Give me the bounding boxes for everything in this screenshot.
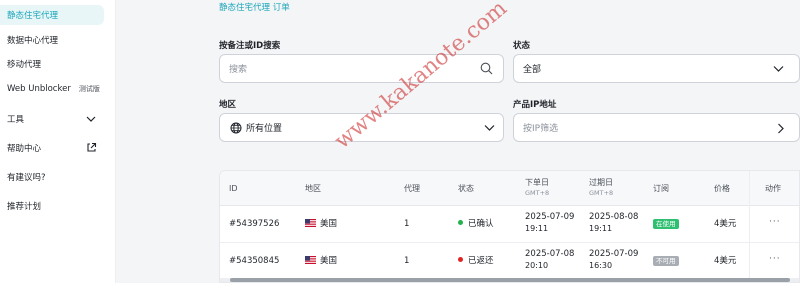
order-date: 2025-07-09 [525,212,575,222]
status-cell: 已确认 [458,219,494,230]
col-order-date[interactable]: 下单日 GMT+8 [525,177,549,199]
search-input[interactable]: 搜索 [219,54,504,83]
col-expire-date-tz: GMT+8 [589,189,614,197]
region-value: 所有位置 [246,124,283,134]
status-select[interactable]: 全部 [513,54,800,83]
sidebar-item-datacenter[interactable]: 数据中心代理 [0,30,58,50]
beta-badge: 测试版 [78,85,100,93]
table-row[interactable]: #54397526 美国 1 已确认 2025-07-09 19:11 2025… [220,206,799,243]
col-id[interactable]: ID [229,183,238,194]
region-select[interactable]: 所有位置 [219,113,504,142]
region-cell: 美国 [305,256,337,267]
status-text: 已返还 [468,256,494,266]
search-icon [480,62,493,75]
expire-date: 2025-08-08 [589,212,639,222]
col-status[interactable]: 状态 [458,183,474,194]
sidebar-item-mobile[interactable]: 移动代理 [0,54,41,74]
sidebar-item-static-residential[interactable]: 静态住宅代理 [0,5,104,25]
expire-time: 16:30 [589,261,613,270]
sidebar-item-tools[interactable]: 工具 [0,109,116,129]
external-link-icon [87,142,97,152]
sidebar-item-label: 推荐计划 [7,202,42,212]
chevron-down-icon [86,116,96,122]
ip-label: 产品IP地址 [513,100,557,110]
status-cell: 已返还 [458,256,494,267]
sidebar-item-label: 工具 [7,115,25,125]
subscription-badge: 在使用 [653,219,679,229]
price: 4美元 [714,256,737,266]
order-date: 2025-07-08 [525,249,575,259]
order-date-cell: 2025-07-08 20:10 [525,249,574,271]
sidebar-item-label: 静态住宅代理 [7,11,59,21]
sidebar-item-suggestions[interactable]: 有建议吗? [0,167,46,187]
breadcrumb[interactable]: 静态住宅代理 订单 [219,1,290,13]
proxy-count: 1 [404,256,410,266]
status-dot [458,220,463,225]
col-expire-date[interactable]: 过期日 GMT+8 [589,177,613,199]
chevron-right-icon [778,123,784,134]
scrollbar-thumb[interactable] [230,278,790,282]
col-order-date-tz: GMT+8 [525,189,550,197]
globe-icon [230,122,242,134]
col-price[interactable]: 价格 [714,183,730,194]
sidebar-item-help-center[interactable]: 帮助中心 [0,138,116,158]
table-row[interactable]: #54350845 美国 1 已返还 2025-07-08 20:10 2025… [220,243,799,280]
action-column-divider [749,171,799,282]
sidebar-item-label: Web Unblocker [7,84,71,94]
proxy-count: 1 [404,219,410,229]
region-label: 地区 [219,100,237,110]
horizontal-scrollbar[interactable] [220,278,799,282]
sidebar-item-referral[interactable]: 推荐计划 [0,196,41,216]
ip-placeholder: 按IP筛选 [523,124,559,134]
sidebar-item-label: 数据中心代理 [7,36,59,46]
sidebar: 静态住宅代理 数据中心代理 移动代理 Web Unblocker 测试版 工具 … [0,0,116,283]
col-proxy[interactable]: 代理 [404,183,420,194]
region-cell: 美国 [305,219,337,230]
us-flag-icon [305,219,316,227]
chevron-down-icon [484,125,495,131]
order-id[interactable]: #54350845 [229,256,279,267]
sidebar-item-label: 移动代理 [7,60,42,70]
order-id[interactable]: #54397526 [229,219,279,230]
expire-date: 2025-07-09 [589,249,639,259]
sidebar-item-label: 帮助中心 [7,144,42,154]
sidebar-item-label: 有建议吗? [7,173,46,183]
order-time: 20:10 [525,261,549,270]
us-flag-icon [305,256,316,264]
chevron-down-icon [773,66,784,72]
col-region[interactable]: 地区 [305,183,321,194]
order-time: 19:11 [525,224,549,233]
search-label: 按备注或ID搜索 [219,41,281,51]
status-dot [458,257,463,262]
status-label: 状态 [513,41,531,51]
region-text: 美国 [320,256,338,266]
status-text: 已确认 [468,219,494,229]
order-date-cell: 2025-07-09 19:11 [525,212,574,234]
expire-date-cell: 2025-08-08 19:11 [589,212,638,234]
col-expire-date-label: 过期日 [589,178,613,187]
expire-date-cell: 2025-07-09 16:30 [589,249,638,271]
sidebar-item-web-unblocker[interactable]: Web Unblocker 测试版 [0,79,100,99]
ip-filter-field[interactable]: 按IP筛选 [513,113,800,142]
expire-time: 19:11 [589,224,613,233]
status-value: 全部 [523,65,542,75]
search-placeholder: 搜索 [229,65,248,75]
subscription-badge: 不可用 [653,256,679,266]
price: 4美元 [714,219,737,229]
col-order-date-label: 下单日 [525,178,549,187]
orders-table: ID 地区 代理 状态 下单日 GMT+8 过期日 GMT+8 订阅 价格 动作… [219,170,800,283]
table-header: ID 地区 代理 状态 下单日 GMT+8 过期日 GMT+8 订阅 价格 动作 [220,171,799,206]
col-subscription[interactable]: 订阅 [653,183,669,194]
region-text: 美国 [320,219,338,229]
